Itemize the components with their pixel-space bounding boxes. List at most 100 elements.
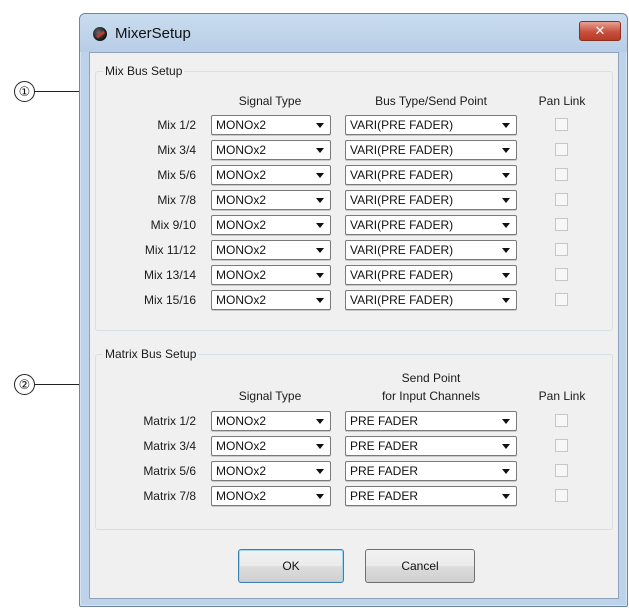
signal-type-value: MONOx2	[216, 414, 267, 428]
bus-type-value: VARI(PRE FADER)	[350, 268, 454, 282]
dropdown-arrow-icon	[316, 148, 324, 153]
dropdown-arrow-icon	[316, 444, 324, 449]
matrix-signal-type-header: Signal Type	[238, 389, 302, 403]
mix-bus-type-header: Bus Type/Send Point	[375, 94, 487, 108]
signal-type-dropdown[interactable]: MONOx2	[211, 190, 331, 210]
matrix-send-point-header-line2: for Input Channels	[381, 389, 481, 403]
signal-type-dropdown[interactable]: MONOx2	[211, 115, 331, 135]
signal-type-value: MONOx2	[216, 439, 267, 453]
send-point-dropdown[interactable]: PRE FADER	[345, 436, 517, 456]
pan-link-checkbox[interactable]	[555, 143, 568, 156]
signal-type-dropdown[interactable]: MONOx2	[211, 290, 331, 310]
pan-link-checkbox[interactable]	[555, 243, 568, 256]
row-label: Mix 5/6	[157, 168, 196, 182]
pan-link-checkbox[interactable]	[555, 193, 568, 206]
row-label: Mix 11/12	[144, 243, 196, 257]
dropdown-arrow-icon	[502, 444, 510, 449]
dropdown-arrow-icon	[502, 173, 510, 178]
row-label: Matrix 3/4	[143, 439, 196, 453]
callout-1-number: ①	[14, 81, 35, 102]
send-point-dropdown[interactable]: PRE FADER	[345, 411, 517, 431]
callout-2: ②	[14, 374, 36, 396]
send-point-value: PRE FADER	[350, 439, 419, 453]
pan-link-checkbox[interactable]	[555, 293, 568, 306]
callout-1: ①	[14, 81, 36, 103]
bus-type-value: VARI(PRE FADER)	[350, 193, 454, 207]
mix-signal-type-header: Signal Type	[238, 94, 302, 108]
dropdown-arrow-icon	[316, 419, 324, 424]
row-label: Mix 15/16	[143, 293, 196, 307]
bus-type-dropdown[interactable]: VARI(PRE FADER)	[345, 115, 517, 135]
pan-link-checkbox[interactable]	[555, 439, 568, 452]
bus-type-value: VARI(PRE FADER)	[350, 118, 454, 132]
bus-type-value: VARI(PRE FADER)	[350, 243, 454, 257]
matrix-bus-setup-group: Matrix Bus Setup Signal Type Send Point …	[95, 347, 613, 530]
matrix-bus-setup-title: Matrix Bus Setup	[103, 347, 199, 361]
dropdown-arrow-icon	[316, 298, 324, 303]
pan-link-checkbox[interactable]	[555, 489, 568, 502]
signal-type-dropdown[interactable]: MONOx2	[211, 140, 331, 160]
dropdown-arrow-icon	[502, 123, 510, 128]
pan-link-checkbox[interactable]	[555, 464, 568, 477]
matrix-send-point-header-line1: Send Point	[401, 371, 461, 385]
dropdown-arrow-icon	[502, 148, 510, 153]
signal-type-dropdown[interactable]: MONOx2	[211, 215, 331, 235]
bus-type-dropdown[interactable]: VARI(PRE FADER)	[345, 240, 517, 260]
send-point-dropdown[interactable]: PRE FADER	[345, 486, 517, 506]
signal-type-dropdown[interactable]: MONOx2	[211, 436, 331, 456]
app-logo-icon	[93, 27, 107, 41]
signal-type-value: MONOx2	[216, 489, 267, 503]
signal-type-value: MONOx2	[216, 118, 267, 132]
cancel-button[interactable]: Cancel	[365, 549, 475, 583]
row-label: Mix 1/2	[157, 118, 196, 132]
signal-type-dropdown[interactable]: MONOx2	[211, 486, 331, 506]
send-point-value: PRE FADER	[350, 489, 419, 503]
bus-type-dropdown[interactable]: VARI(PRE FADER)	[345, 165, 517, 185]
dropdown-arrow-icon	[502, 298, 510, 303]
bus-type-dropdown[interactable]: VARI(PRE FADER)	[345, 190, 517, 210]
dropdown-arrow-icon	[316, 273, 324, 278]
signal-type-value: MONOx2	[216, 243, 267, 257]
signal-type-dropdown[interactable]: MONOx2	[211, 265, 331, 285]
bus-type-value: VARI(PRE FADER)	[350, 293, 454, 307]
dropdown-arrow-icon	[502, 273, 510, 278]
row-label: Matrix 1/2	[143, 414, 196, 428]
pan-link-checkbox[interactable]	[555, 168, 568, 181]
signal-type-dropdown[interactable]: MONOx2	[211, 240, 331, 260]
dropdown-arrow-icon	[502, 223, 510, 228]
bus-type-dropdown[interactable]: VARI(PRE FADER)	[345, 215, 517, 235]
dropdown-arrow-icon	[316, 494, 324, 499]
close-button[interactable]: ✕	[579, 21, 621, 41]
title-bar[interactable]: MixerSetup ✕	[80, 14, 627, 52]
mix-pan-link-header: Pan Link	[538, 94, 586, 108]
dropdown-arrow-icon	[502, 469, 510, 474]
matrix-pan-link-header: Pan Link	[538, 389, 586, 403]
signal-type-value: MONOx2	[216, 268, 267, 282]
signal-type-value: MONOx2	[216, 218, 267, 232]
bus-type-dropdown[interactable]: VARI(PRE FADER)	[345, 265, 517, 285]
callout-2-number: ②	[14, 374, 35, 395]
ok-button[interactable]: OK	[238, 549, 344, 583]
dropdown-arrow-icon	[316, 173, 324, 178]
bus-type-dropdown[interactable]: VARI(PRE FADER)	[345, 140, 517, 160]
send-point-dropdown[interactable]: PRE FADER	[345, 461, 517, 481]
dropdown-arrow-icon	[502, 248, 510, 253]
pan-link-checkbox[interactable]	[555, 414, 568, 427]
signal-type-dropdown[interactable]: MONOx2	[211, 165, 331, 185]
row-label: Mix 7/8	[157, 193, 196, 207]
row-label: Mix 13/14	[143, 268, 196, 282]
signal-type-dropdown[interactable]: MONOx2	[211, 461, 331, 481]
bus-type-value: VARI(PRE FADER)	[350, 218, 454, 232]
signal-type-dropdown[interactable]: MONOx2	[211, 411, 331, 431]
mix-bus-setup-title: Mix Bus Setup	[103, 64, 185, 78]
send-point-value: PRE FADER	[350, 464, 419, 478]
pan-link-checkbox[interactable]	[555, 268, 568, 281]
dropdown-arrow-icon	[502, 419, 510, 424]
signal-type-value: MONOx2	[216, 464, 267, 478]
pan-link-checkbox[interactable]	[555, 118, 568, 131]
bus-type-value: VARI(PRE FADER)	[350, 168, 454, 182]
window-title: MixerSetup	[115, 25, 191, 42]
pan-link-checkbox[interactable]	[555, 218, 568, 231]
bus-type-dropdown[interactable]: VARI(PRE FADER)	[345, 290, 517, 310]
dropdown-arrow-icon	[316, 223, 324, 228]
